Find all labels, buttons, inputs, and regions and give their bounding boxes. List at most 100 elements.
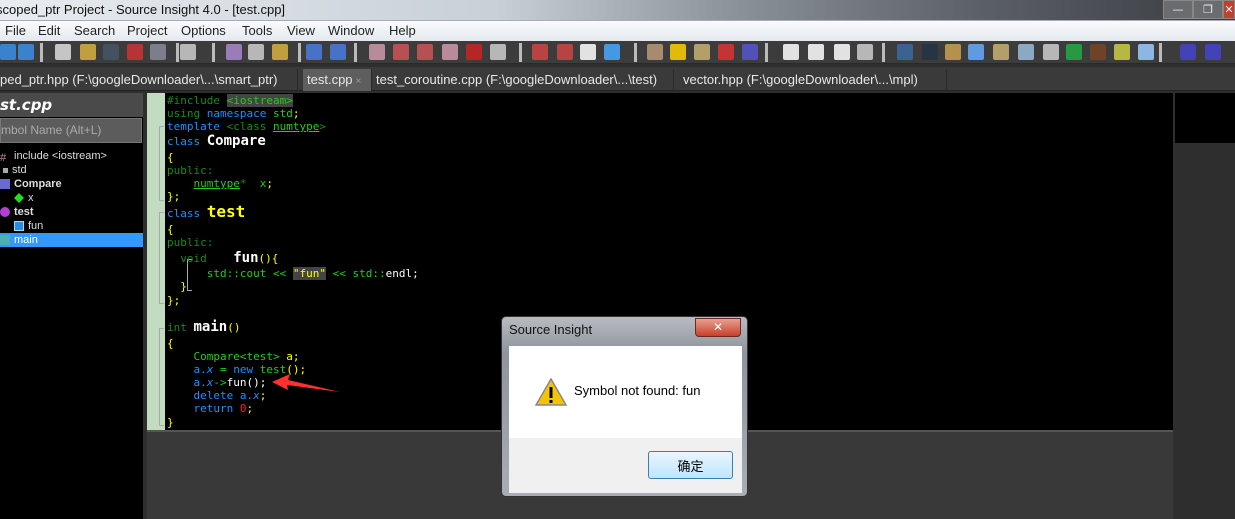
toolbar-separator [882, 43, 885, 62]
toolbar-button-icon[interactable] [103, 44, 119, 60]
maximize-button[interactable]: ❐ [1193, 0, 1223, 19]
toolbar-button-icon[interactable] [18, 44, 34, 60]
toolbar-separator [298, 43, 301, 62]
toolbar-button-icon[interactable] [330, 44, 346, 60]
toolbar-button-icon[interactable] [897, 44, 913, 60]
toolbar-button-icon[interactable] [993, 44, 1009, 60]
toolbar-button-icon[interactable] [922, 44, 938, 60]
symbol-item[interactable]: x [14, 191, 34, 205]
toolbar-button-icon[interactable] [442, 44, 458, 60]
tab-test-coroutine-cpp[interactable]: test_coroutine.cpp (F:\googleDownloader\… [372, 69, 674, 91]
toolbar-button-icon[interactable] [1205, 44, 1221, 60]
toolbar-button-icon[interactable] [393, 44, 409, 60]
toolbar-button-icon[interactable] [180, 44, 196, 60]
symbol-item-selected[interactable]: main [0, 233, 143, 247]
symbol-label: main [14, 234, 38, 246]
dialog-title: Source Insight [509, 322, 593, 337]
toolbar-button-icon[interactable] [945, 44, 961, 60]
toolbar-button-icon[interactable] [604, 44, 620, 60]
toolbar-button-icon[interactable] [1138, 44, 1154, 60]
toolbar-button-icon[interactable] [1043, 44, 1059, 60]
toolbar-button-icon[interactable] [532, 44, 548, 60]
toolbar-button-icon[interactable] [272, 44, 288, 60]
method-icon [14, 221, 24, 232]
menu-help[interactable]: Help [389, 23, 416, 38]
tab-label: vector.hpp (F:\googleDownloader\...\mpl) [683, 72, 918, 87]
symbol-panel: st.cpp mbol Name (Alt+L) # include <iostr… [0, 93, 143, 519]
namespace-icon [3, 167, 8, 173]
toolbar-button-icon[interactable] [369, 44, 385, 60]
toolbar-separator [354, 43, 357, 62]
tab-test-cpp[interactable]: test.cpp × [303, 69, 372, 91]
symbol-panel-file: st.cpp [0, 93, 143, 117]
tab-label: test_coroutine.cpp (F:\googleDownloader\… [376, 72, 658, 87]
toolbar-button-icon[interactable] [1180, 44, 1196, 60]
warning-icon [535, 378, 567, 406]
menu-edit[interactable]: Edit [38, 23, 60, 38]
menu-options[interactable]: Options [181, 23, 226, 38]
toolbar-button-icon[interactable] [968, 44, 984, 60]
menu-file[interactable]: File [5, 23, 26, 38]
toolbar-button-icon[interactable] [417, 44, 433, 60]
toolbar-button-icon[interactable] [490, 44, 506, 60]
toolbar-button-icon[interactable] [694, 44, 710, 60]
dialog-message: Symbol not found: fun [574, 383, 701, 398]
toolbar-separator [176, 43, 179, 62]
file-tabs: ped_ptr.hpp (F:\googleDownloader\...\sma… [0, 67, 1235, 91]
toolbar-separator [1159, 43, 1162, 62]
symbol-item[interactable]: # include <iostream> [0, 149, 107, 164]
toolbar-button-icon[interactable] [127, 44, 143, 60]
class-icon [0, 207, 10, 218]
title-bar: scoped_ptr Project - Source Insight 4.0 … [0, 0, 1235, 20]
tab-scoped-ptr-hpp[interactable]: ped_ptr.hpp (F:\googleDownloader\...\sma… [0, 69, 298, 91]
menu-project[interactable]: Project [127, 23, 167, 38]
toolbar-separator [765, 43, 768, 62]
menu-tools[interactable]: Tools [242, 23, 272, 38]
toolbar-separator [634, 43, 637, 62]
toolbar-button-icon[interactable] [783, 44, 799, 60]
menu-window[interactable]: Window [328, 23, 374, 38]
toolbar-button-icon[interactable] [0, 44, 16, 60]
toolbar-button-icon[interactable] [1114, 44, 1130, 60]
tab-close-icon[interactable]: × [356, 76, 362, 87]
fold-bracket [159, 328, 164, 426]
minimap-viewport[interactable] [1175, 93, 1235, 143]
symbol-item[interactable]: std [0, 163, 27, 177]
symbol-item[interactable]: Compare [0, 177, 62, 191]
toolbar-button-icon[interactable] [80, 44, 96, 60]
toolbar-button-icon[interactable] [226, 44, 242, 60]
toolbar-button-icon[interactable] [1066, 44, 1082, 60]
symbol-item[interactable]: fun [14, 219, 43, 233]
toolbar-button-icon[interactable] [834, 44, 850, 60]
toolbar-button-icon[interactable] [466, 44, 482, 60]
toolbar-button-icon[interactable] [1090, 44, 1106, 60]
toolbar-button-icon[interactable] [857, 44, 873, 60]
overview-minimap[interactable] [1173, 93, 1235, 519]
dialog-close-button[interactable]: ✕ [695, 318, 741, 337]
symbol-item[interactable]: test [0, 205, 34, 219]
toolbar-button-icon[interactable] [808, 44, 824, 60]
menu-bar: File Edit Search Project Options Tools V… [0, 20, 1235, 41]
ok-button[interactable]: 确定 [648, 451, 733, 479]
toolbar-button-icon[interactable] [557, 44, 573, 60]
window-title: scoped_ptr Project - Source Insight 4.0 … [0, 2, 286, 17]
toolbar-button-icon[interactable] [55, 44, 71, 60]
menu-view[interactable]: View [287, 23, 315, 38]
tab-label: ped_ptr.hpp (F:\googleDownloader\...\sma… [0, 72, 278, 87]
symbol-label: fun [28, 220, 44, 232]
toolbar-button-icon[interactable] [248, 44, 264, 60]
minimize-button[interactable]: — [1163, 0, 1193, 19]
toolbar-button-icon[interactable] [580, 44, 596, 60]
toolbar-button-icon[interactable] [647, 44, 663, 60]
symbol-search-input[interactable]: mbol Name (Alt+L) [0, 118, 142, 143]
toolbar-button-icon[interactable] [1018, 44, 1034, 60]
tab-vector-hpp[interactable]: vector.hpp (F:\googleDownloader\...\mpl) [677, 69, 947, 91]
toolbar-button-icon[interactable] [150, 44, 166, 60]
toolbar-button-icon[interactable] [670, 44, 686, 60]
toolbar-button-icon[interactable] [718, 44, 734, 60]
close-button[interactable]: ✕ [1223, 0, 1235, 19]
toolbar-button-icon[interactable] [742, 44, 758, 60]
menu-search[interactable]: Search [74, 23, 115, 38]
toolbar-button-icon[interactable] [306, 44, 322, 60]
symbol-label: x [28, 192, 34, 204]
